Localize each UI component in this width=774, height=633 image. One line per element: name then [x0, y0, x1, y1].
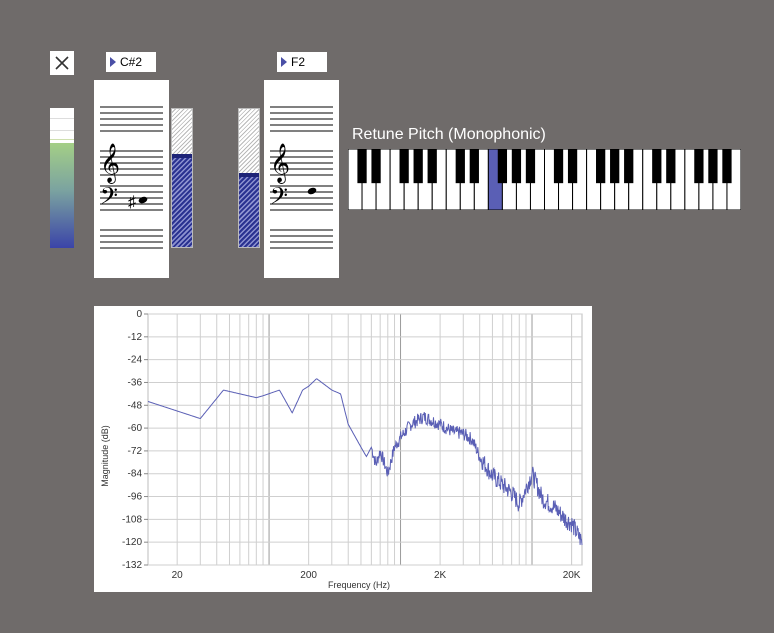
x-tick-label: 20 [172, 570, 184, 581]
piano-black-key[interactable] [694, 149, 704, 184]
piano-black-key[interactable] [497, 149, 508, 184]
piano-black-key[interactable] [666, 149, 676, 184]
x-tick-label: 200 [300, 570, 317, 581]
input-level-meter [50, 108, 74, 248]
piano-keyboard[interactable] [347, 148, 742, 211]
note-head-icon [307, 187, 317, 195]
spectrum-panel: 0 -12 -24 -36 -48 -60 -72 -84 -96 -108 -120 -132 20… [94, 306, 592, 592]
y-tick-label: -48 [128, 400, 143, 411]
x-axis-label: Frequency (Hz) [328, 580, 390, 590]
piano-black-key[interactable] [553, 149, 564, 184]
output-staff-notation: 𝄞 𝄢 [270, 106, 333, 249]
plot-frame [147, 313, 583, 566]
y-tick-label: -12 [128, 332, 143, 343]
y-tick-label: -84 [128, 469, 143, 480]
piano-black-key[interactable] [708, 149, 718, 184]
piano-black-key[interactable] [399, 149, 409, 184]
spectrum-chart: 0 -12 -24 -36 -48 -60 -72 -84 -96 -108 -120 -132 20… [100, 309, 583, 590]
note-head-icon [138, 196, 148, 204]
y-tick-label: 0 [136, 309, 142, 320]
y-axis-label: Magnitude (dB) [100, 425, 110, 487]
output-note-selector[interactable]: F2 [277, 52, 327, 72]
y-tick-label: -24 [128, 355, 143, 366]
y-tick-label: -96 [128, 492, 143, 503]
piano-black-key[interactable] [624, 149, 634, 184]
piano-black-key[interactable] [413, 149, 423, 184]
piano-black-key[interactable] [427, 149, 437, 184]
y-tick-label: -132 [122, 560, 142, 571]
x-tick-label: 2K [434, 570, 447, 581]
piano-black-key[interactable] [596, 149, 606, 184]
piano-black-key[interactable] [610, 149, 620, 184]
close-icon [55, 56, 69, 70]
piano-black-key[interactable] [722, 149, 732, 184]
sharp-icon: ♯ [128, 194, 136, 211]
input-staff-notation: 𝄞 𝄢 ♯ [100, 106, 163, 249]
y-tick-label: -72 [128, 446, 143, 457]
piano-black-key[interactable] [357, 149, 367, 184]
retune-title: Retune Pitch (Monophonic) [352, 126, 546, 143]
piano-keys[interactable] [347, 148, 742, 211]
input-note-label: C#2 [120, 55, 143, 69]
output-pitch-meter [238, 108, 260, 248]
dropdown-arrow-icon [110, 57, 116, 67]
y-tick-label: -36 [128, 377, 143, 388]
piano-black-key[interactable] [371, 149, 381, 184]
output-pitch-fill [239, 177, 259, 247]
piano-black-key[interactable] [511, 149, 522, 184]
input-level-fill [50, 143, 74, 248]
piano-black-key[interactable] [652, 149, 662, 184]
spectrum-line [147, 378, 583, 546]
piano-black-key[interactable] [469, 149, 479, 184]
bass-clef-icon: 𝄢 [270, 183, 288, 214]
piano-black-key[interactable] [455, 149, 465, 184]
y-tick-label: -108 [122, 514, 142, 525]
dropdown-arrow-icon [281, 57, 287, 67]
output-note-label: F2 [291, 55, 306, 69]
output-staff: 𝄞 𝄢 [264, 80, 339, 278]
input-pitch-fill [172, 158, 192, 247]
x-tick-label: 20K [563, 570, 581, 581]
piano-black-key[interactable] [567, 149, 578, 184]
input-note-selector[interactable]: C#2 [106, 52, 156, 72]
treble-clef-icon: 𝄞 [100, 144, 120, 184]
treble-clef-icon: 𝄞 [270, 144, 290, 184]
input-staff: 𝄞 𝄢 ♯ [94, 80, 169, 278]
piano-black-key[interactable] [525, 149, 536, 184]
close-button[interactable] [50, 51, 74, 75]
input-pitch-meter [171, 108, 193, 248]
y-tick-label: -120 [122, 537, 142, 548]
y-tick-label: -60 [128, 423, 143, 434]
bass-clef-icon: 𝄢 [100, 183, 118, 214]
